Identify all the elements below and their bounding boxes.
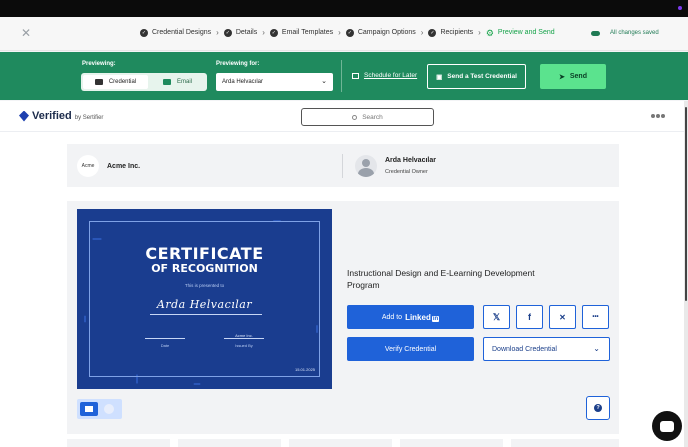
check-icon: ✓ [269, 28, 278, 37]
step-preview-and-send[interactable]: ⚙ Preview and Send [485, 27, 555, 38]
monitor-icon: ▣ [436, 73, 443, 81]
window-top-bar [0, 0, 688, 17]
more-menu-icon[interactable] [651, 114, 666, 118]
step-recipients[interactable]: ✓ Recipients [428, 28, 473, 37]
scrollbar[interactable] [684, 101, 688, 447]
related-card [400, 439, 503, 447]
search-input[interactable]: Search [301, 108, 434, 126]
certificate-view-icon[interactable] [80, 402, 98, 416]
share-x-button[interactable]: 𝕏 [483, 305, 510, 329]
email-option[interactable]: Email [150, 75, 205, 89]
chevron-down-icon: ⌄ [593, 344, 600, 353]
certificate-date: 15.01.2025 [295, 367, 316, 372]
verify-credential-button[interactable]: Verify Credential [347, 337, 474, 361]
close-icon[interactable]: ✕ [21, 27, 31, 39]
cloud-check-icon [591, 30, 600, 36]
issuer-logo: Acme [77, 155, 99, 177]
related-card [511, 439, 619, 447]
verified-logo-icon [19, 110, 29, 122]
check-icon: ✓ [140, 28, 148, 37]
gear-icon: ⚙ [485, 27, 494, 38]
status-dot [678, 6, 682, 10]
divider [341, 60, 342, 92]
paper-plane-icon: ➤ [559, 73, 565, 81]
steps-bar: ✕ ✓ Credential Designs › ✓ Details › ✓ Emai… [0, 17, 688, 51]
date-label: Date [160, 343, 170, 348]
help-button[interactable]: ? [586, 396, 610, 420]
recipient-select[interactable]: Arda Helvacılar ⌄ [216, 73, 333, 91]
view-toggle [77, 399, 122, 419]
facebook-icon: f [528, 312, 531, 322]
preview-mode-toggle: Credential Email [81, 73, 207, 91]
certificate-icon [94, 79, 103, 85]
verified-logo[interactable]: Verified by Sertifier [19, 110, 103, 122]
chat-bubble-icon[interactable] [652, 411, 682, 441]
credential-option[interactable]: Credential [83, 75, 148, 89]
owner-name: Arda Helvacılar [385, 157, 436, 164]
send-button[interactable]: ➤ Send [540, 64, 606, 89]
scrollbar-thumb[interactable] [685, 107, 687, 301]
certificate-title: CERTIFICATE [145, 244, 264, 263]
related-card [178, 439, 281, 447]
issued-by-label: Issued By [235, 343, 253, 348]
mail-icon [162, 79, 171, 85]
check-icon: ✓ [223, 28, 232, 37]
stepper: ✓ Credential Designs › ✓ Details › ✓ Email … [140, 28, 555, 37]
divider [342, 154, 343, 178]
badge-view-icon[interactable] [104, 404, 114, 414]
recipient-name: Arda Helvacılar [156, 298, 253, 311]
check-icon: ✓ [345, 28, 354, 37]
chevron-down-icon: ⌄ [321, 78, 327, 85]
chevron-right-icon: › [216, 28, 219, 37]
xing-icon: ✕ [559, 312, 566, 322]
certificate-preview[interactable]: CERTIFICATE OF RECOGNITION This is prese… [77, 209, 332, 389]
chevron-right-icon: › [420, 28, 424, 37]
step-details[interactable]: ✓ Details [223, 28, 257, 37]
recipient-underline [150, 314, 262, 315]
question-icon: ? [594, 404, 602, 412]
previewing-for-label: Previewing for: [216, 61, 260, 67]
date-line [145, 338, 185, 339]
calendar-icon [352, 72, 359, 79]
share-facebook-button[interactable]: f [516, 305, 543, 329]
chevron-right-icon: › [338, 28, 341, 37]
presented-text: This is presented to [184, 283, 225, 288]
chevron-right-icon: › [262, 28, 265, 37]
avatar [355, 155, 377, 177]
related-card [289, 439, 392, 447]
linkedin-icon: Linked in [405, 312, 440, 322]
related-card [67, 439, 170, 447]
schedule-for-later-link[interactable]: Schedule for Later [352, 72, 417, 79]
search-icon [352, 114, 358, 120]
save-status: All changes saved [591, 30, 659, 36]
credential-title: Instructional Design and E-Learning Deve… [347, 268, 535, 290]
x-icon: 𝕏 [492, 311, 501, 322]
more-icon: ••• [592, 314, 599, 320]
issuer-name[interactable]: Acme Inc. [107, 163, 140, 170]
share-xing-button[interactable]: ✕ [549, 305, 576, 329]
add-to-linkedin-button[interactable]: Add to Linked in [347, 305, 474, 329]
step-email-templates[interactable]: ✓ Email Templates [269, 28, 333, 37]
download-credential-dropdown[interactable]: Download Credential ⌄ [483, 337, 610, 361]
issued-by-line [224, 338, 264, 339]
share-more-button[interactable]: ••• [582, 305, 609, 329]
chevron-right-icon: › [478, 28, 481, 37]
previewing-label: Previewing: [82, 61, 116, 67]
step-campaign-options[interactable]: ✓ Campaign Options [345, 28, 416, 37]
certificate-subtitle: OF RECOGNITION [151, 262, 258, 275]
step-credential-designs[interactable]: ✓ Credential Designs [140, 28, 211, 37]
check-icon: ✓ [428, 28, 437, 37]
send-test-credential-button[interactable]: ▣ Send a Test Credential [427, 64, 526, 89]
owner-role: Credential Owner [385, 169, 428, 175]
issuer-owner-card [67, 144, 619, 187]
